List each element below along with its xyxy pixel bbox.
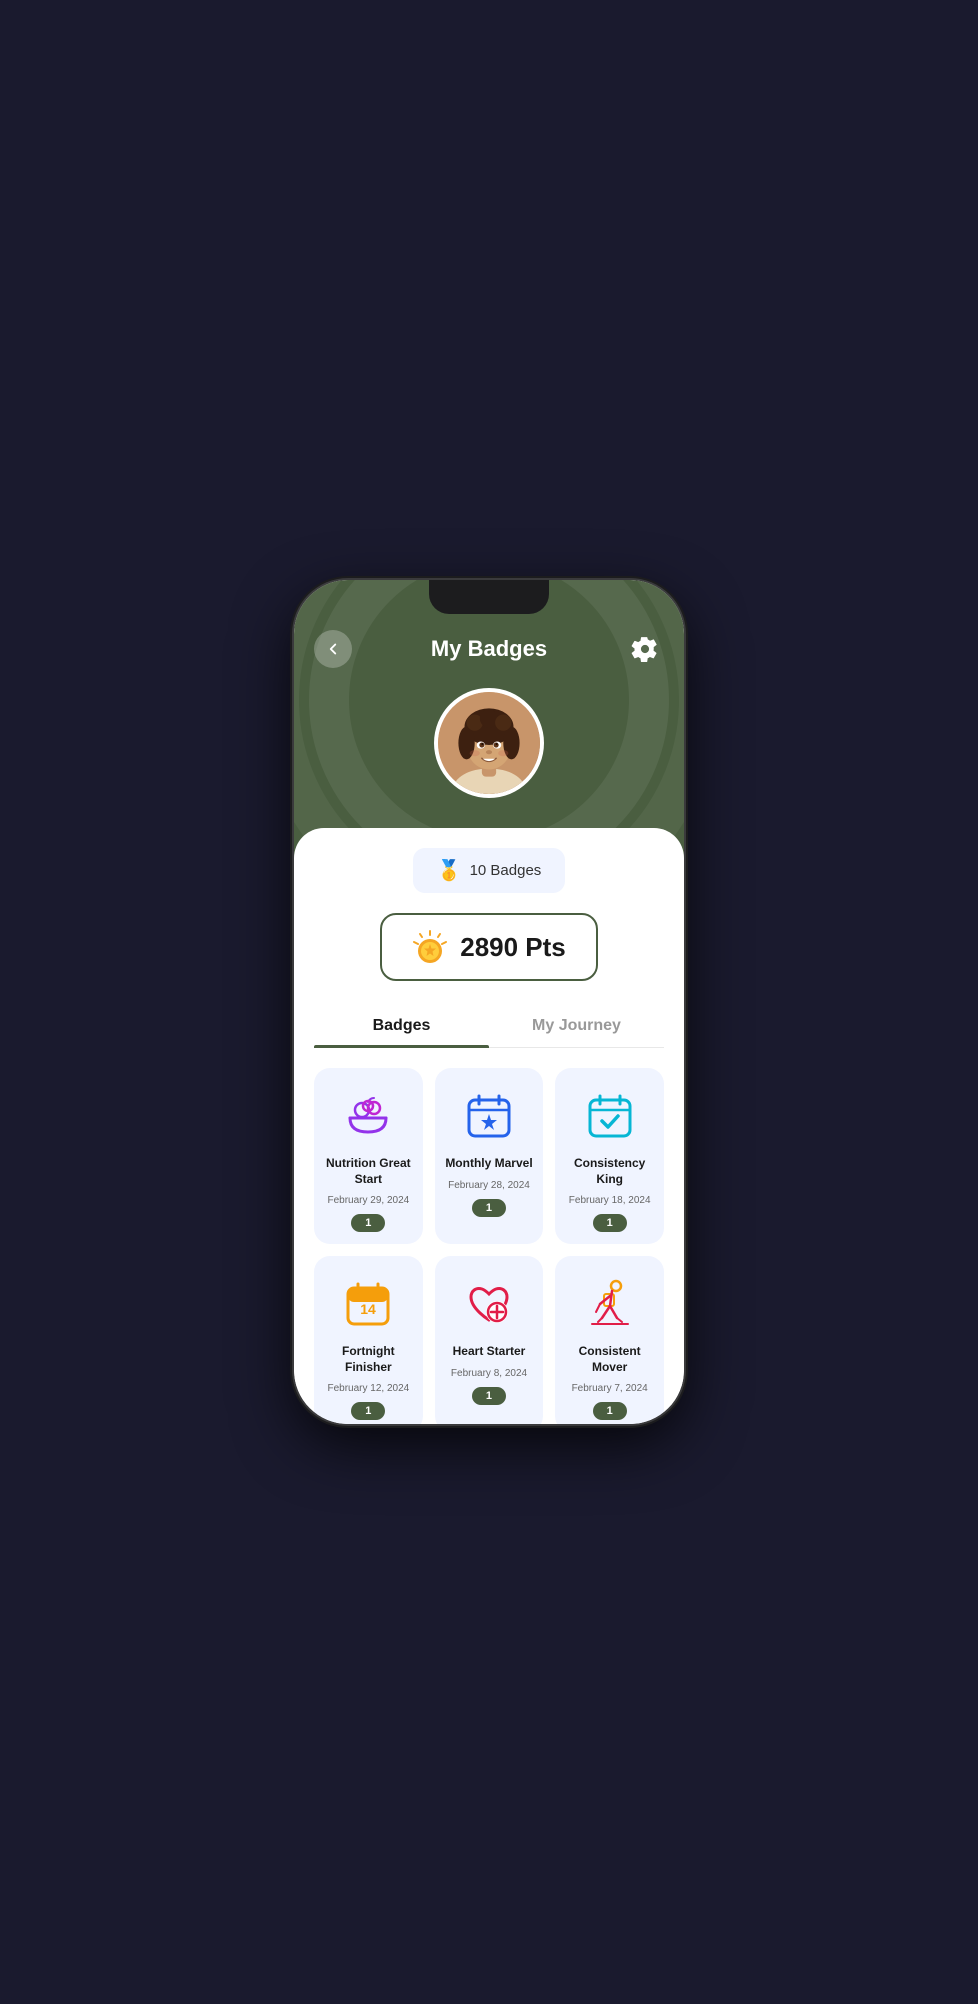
points-icon	[412, 929, 448, 965]
calendar-star-icon	[457, 1084, 521, 1148]
calendar-14-icon: 14	[336, 1272, 400, 1336]
badge-name-fortnight: Fortnight Finisher	[324, 1344, 413, 1375]
svg-text:14: 14	[361, 1301, 377, 1317]
badges-count-text: 10 Badges	[470, 862, 542, 879]
badge-name-monthly: Monthly Marvel	[445, 1156, 532, 1172]
tabs-container: Badges My Journey	[314, 1005, 664, 1048]
badge-date-fortnight: February 12, 2024	[327, 1383, 409, 1394]
badge-date-nutrition: February 29, 2024	[327, 1195, 409, 1206]
badge-card-consistency[interactable]: Consistency King February 18, 2024 1	[555, 1068, 664, 1244]
badge-date-consistency: February 18, 2024	[569, 1195, 651, 1206]
badge-grid: Nutrition Great Start February 29, 2024 …	[314, 1068, 664, 1424]
back-button[interactable]	[314, 630, 352, 668]
page-title: My Badges	[431, 636, 547, 662]
phone-frame: My Badges	[294, 580, 684, 1424]
badge-count-consistency: 1	[593, 1214, 627, 1232]
badge-card-mover[interactable]: Consistent Mover February 7, 2024 1	[555, 1256, 664, 1424]
badge-card-monthly[interactable]: Monthly Marvel February 28, 2024 1	[435, 1068, 544, 1244]
hiker-icon	[578, 1272, 642, 1336]
notch	[429, 580, 549, 614]
badge-name-heart: Heart Starter	[453, 1344, 526, 1360]
header-background: My Badges	[294, 580, 684, 858]
badge-count-monthly: 1	[472, 1199, 506, 1217]
badge-name-mover: Consistent Mover	[565, 1344, 654, 1375]
calendar-check-icon	[578, 1084, 642, 1148]
badge-card-heart[interactable]: Heart Starter February 8, 2024 1	[435, 1256, 544, 1424]
points-box: 2890 Pts	[380, 913, 598, 981]
heart-plus-icon	[457, 1272, 521, 1336]
badge-date-heart: February 8, 2024	[451, 1368, 527, 1379]
phone-screen: My Badges	[294, 580, 684, 1424]
badge-count-fortnight: 1	[351, 1402, 385, 1420]
main-card: 🥇 10 Badges	[294, 828, 684, 1424]
medal-icon: 🥇	[437, 858, 462, 883]
header-nav: My Badges	[294, 630, 684, 668]
badge-count-nutrition: 1	[351, 1214, 385, 1232]
badge-name-nutrition: Nutrition Great Start	[324, 1156, 413, 1187]
badge-card-fortnight[interactable]: 14 Fortnight Finisher February 12, 2024 …	[314, 1256, 423, 1424]
tab-journey[interactable]: My Journey	[489, 1005, 664, 1047]
badge-count-mover: 1	[593, 1402, 627, 1420]
avatar	[434, 688, 544, 798]
points-value: 2890 Pts	[460, 932, 566, 963]
badge-card-nutrition[interactable]: Nutrition Great Start February 29, 2024 …	[314, 1068, 423, 1244]
badge-count-heart: 1	[472, 1387, 506, 1405]
tab-badges[interactable]: Badges	[314, 1005, 489, 1047]
badge-name-consistency: Consistency King	[565, 1156, 654, 1187]
avatar-container	[434, 688, 544, 798]
badges-count-pill: 🥇 10 Badges	[413, 848, 566, 893]
settings-button[interactable]	[626, 630, 664, 668]
badge-date-mover: February 7, 2024	[572, 1383, 648, 1394]
badge-date-monthly: February 28, 2024	[448, 1180, 530, 1191]
avatar-image	[438, 692, 540, 794]
nutrition-icon	[336, 1084, 400, 1148]
app-content: My Badges	[294, 580, 684, 1424]
